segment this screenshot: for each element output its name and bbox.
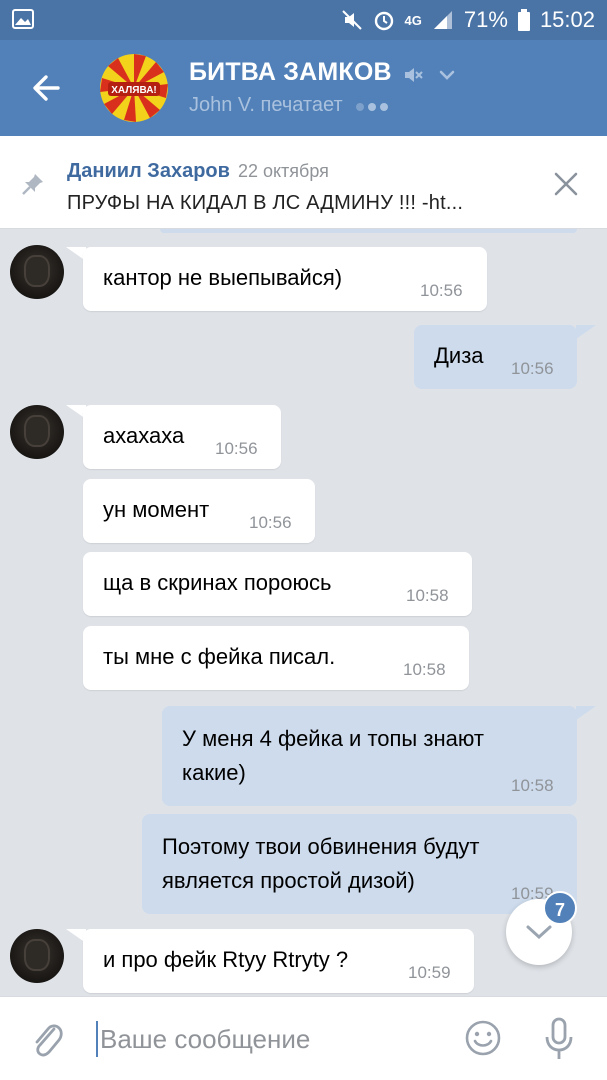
attach-icon[interactable] [28,1019,64,1059]
microphone-icon[interactable] [544,1017,574,1061]
chat-title[interactable]: БИТВА ЗАМКОВ [189,58,392,87]
message-text-line2: является простой дизой) [162,868,415,893]
bubble-tail [576,325,596,339]
status-bar: 4G 71% 15:02 [0,0,607,40]
typing-status: John V. печатает [189,94,392,117]
typing-dots-icon [356,94,392,117]
message-time: 10:58 [406,586,449,605]
message-time: 10:56 [420,281,463,300]
scroll-down-button[interactable]: 7 [506,891,577,965]
message-time: 10:56 [511,359,554,378]
message-in[interactable]: ты мне с фейка писал. 10:58 [83,626,469,690]
mute-status-icon [341,10,362,30]
message-in[interactable]: ун момент 10:56 [83,479,315,543]
avatar[interactable] [10,929,64,983]
message-in[interactable]: кантор не выепывайся) 10:56 [83,247,487,311]
message-time: 10:56 [249,513,292,532]
message-in[interactable]: и про фейк Rtyy Rtryty ? 10:59 [83,929,474,993]
message-list[interactable]: кантор не выепывайся) 10:56 Диза 10:56 а… [0,229,607,996]
mute-icon [405,68,423,82]
alarm-icon [374,11,393,31]
status-right: 4G 71% 15:02 [341,6,595,34]
signal-icon [433,11,452,29]
pinned-text: ПРУФЫ НА КИДАЛ В ЛС АДМИНУ !!! -ht... [67,192,464,214]
chat-header: ХАЛЯВА! БИТВА ЗАМКОВ John V. печатает [0,40,607,136]
chevron-down-icon[interactable] [436,64,458,86]
back-arrow-icon[interactable] [28,70,64,106]
group-avatar-label: ХАЛЯВА! [111,85,157,96]
message-text: и про фейк Rtyy Rtryty ? [103,947,349,972]
message-time: 10:58 [403,660,446,679]
battery-icon [517,9,530,31]
message-text: ахахаха [103,423,185,448]
message-in[interactable]: ахахаха 10:56 [83,405,281,469]
message-in[interactable]: ща в скринах пороюсь 10:58 [83,552,472,616]
message-text: ун момент [103,497,210,522]
group-avatar-image: ХАЛЯВА! [100,54,168,122]
message-time: 10:56 [215,439,258,458]
pinned-author-name: Даниил Захаров [67,160,230,182]
message-text: ща в скринах пороюсь [103,570,332,595]
message-text-line2: какие) [182,760,246,785]
message-time: 10:59 [408,963,451,982]
message-composer: Ваше сообщение [0,996,607,1080]
network-type: 4G [404,12,422,28]
unread-count-badge: 7 [543,891,577,925]
message-text-line1: У меня 4 фейка и топы знают [182,726,484,751]
battery-percent: 71% [463,7,508,32]
clock: 15:02 [539,7,595,32]
close-icon[interactable] [552,170,580,198]
message-out[interactable]: Диза 10:56 [414,325,577,389]
previous-message-edge [160,229,577,233]
message-placeholder: Ваше сообщение [100,1024,311,1054]
typing-text: John V. печатает [189,94,343,116]
avatar[interactable] [10,405,64,459]
gallery-icon [12,9,34,29]
message-text-line1: Поэтому твои обвинения будут [162,834,480,859]
pinned-message[interactable]: Даниил Захаров 22 октября ПРУФЫ НА КИДАЛ … [0,136,607,229]
chevron-down-icon [526,925,552,940]
message-text: ты мне с фейка писал. [103,644,336,669]
message-out[interactable]: У меня 4 фейка и топы знают какие) 10:58 [162,706,577,806]
message-time: 10:58 [511,776,554,795]
pinned-date: 22 октября [237,161,329,181]
message-out[interactable]: Поэтому твои обвинения будут является пр… [142,814,577,914]
bubble-tail [576,706,596,720]
message-text: Диза [434,343,484,368]
emoji-icon[interactable] [464,1019,502,1057]
group-avatar[interactable]: ХАЛЯВА! [100,54,168,122]
message-text: кантор не выепывайся) [103,265,343,290]
message-input[interactable]: Ваше сообщение [96,1019,436,1059]
pinned-author: Даниил Захаров 22 октября [67,160,329,183]
pin-icon [22,174,43,195]
avatar[interactable] [10,245,64,299]
